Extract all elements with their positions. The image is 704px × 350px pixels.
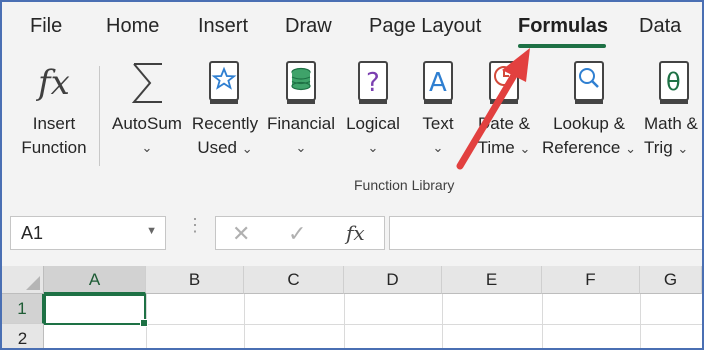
logical-label: Logical: [346, 114, 400, 133]
name-box-value: A1: [21, 223, 44, 243]
question-book-icon: ?: [358, 61, 388, 104]
column-header-f[interactable]: F: [542, 266, 640, 294]
svg-text:A: A: [429, 68, 447, 98]
date-time-label-2: Time: [477, 138, 515, 157]
math-trig-label-1: Math &: [644, 114, 698, 133]
svg-text:θ: θ: [666, 68, 681, 96]
coins-book-icon: [286, 61, 316, 104]
svg-text:?: ?: [366, 68, 380, 98]
chevron-down-icon: ⌄: [295, 140, 307, 155]
chevron-down-icon: ⌄: [677, 141, 689, 156]
column-header-g[interactable]: G: [640, 266, 702, 294]
date-time-button[interactable]: Date & Time ⌄: [468, 60, 540, 170]
chevron-down-icon: ⌄: [367, 140, 379, 155]
date-time-label-1: Date &: [478, 114, 530, 133]
enter-icon[interactable]: ✓: [288, 221, 306, 247]
logical-button[interactable]: ? Logical ⌄: [340, 60, 406, 170]
cancel-icon[interactable]: ✕: [232, 221, 250, 247]
lookup-reference-label-2: Reference: [541, 138, 621, 157]
function-library-group-label: Function Library: [354, 177, 455, 193]
financial-button[interactable]: Financial ⌄: [264, 60, 338, 170]
text-functions-button[interactable]: A Text ⌄: [410, 60, 466, 170]
select-all-button[interactable]: [2, 266, 44, 294]
gridline: [344, 294, 345, 348]
chevron-down-icon: ⌄: [432, 140, 444, 155]
chevron-down-icon[interactable]: ▼: [146, 225, 157, 237]
lookup-reference-label-1: Lookup &: [553, 114, 625, 133]
drag-handle-icon[interactable]: ⋮: [186, 216, 204, 234]
worksheet-grid: A B C D E F G 1 2: [2, 266, 702, 348]
insert-function-button[interactable]: fx Insert Function: [16, 60, 92, 170]
autosum-button[interactable]: AutoSum ⌄: [106, 60, 188, 170]
ribbon-separator: [99, 66, 100, 166]
insert-function-small-icon[interactable]: fx: [346, 221, 365, 245]
column-header-c[interactable]: C: [244, 266, 344, 294]
clock-book-icon: [489, 61, 519, 104]
row-header-1[interactable]: 1: [2, 294, 44, 324]
active-cell-a1[interactable]: [44, 294, 148, 327]
theta-book-icon: θ: [659, 61, 689, 104]
svg-text:fx: fx: [36, 63, 70, 103]
chevron-down-icon: ⌄: [519, 141, 531, 156]
excel-window: File Home Insert Draw Page Layout Formul…: [0, 0, 704, 350]
sigma-icon: [131, 63, 162, 103]
ribbon-tabs: File Home Insert Draw Page Layout Formul…: [2, 2, 702, 54]
column-header-a[interactable]: A: [44, 266, 146, 294]
lookup-reference-button[interactable]: Lookup & Reference ⌄: [540, 60, 638, 170]
magnifier-book-icon: [574, 61, 604, 104]
tab-insert[interactable]: Insert: [198, 15, 248, 38]
column-header-e[interactable]: E: [442, 266, 542, 294]
chevron-down-icon: ⌄: [241, 141, 253, 156]
autosum-label: AutoSum: [112, 114, 182, 133]
math-trig-label-2: Trig: [644, 138, 673, 157]
star-book-icon: [209, 61, 239, 104]
gridline: [442, 294, 443, 348]
insert-function-label-1: Insert: [32, 114, 76, 133]
active-tab-indicator: [518, 44, 606, 48]
tab-page-layout[interactable]: Page Layout: [369, 15, 481, 38]
ribbon: File Home Insert Draw Page Layout Formul…: [2, 2, 702, 202]
fx-icon: fx: [36, 63, 70, 103]
gridline: [542, 294, 543, 348]
column-header-b[interactable]: B: [146, 266, 244, 294]
formula-input[interactable]: [389, 216, 702, 250]
chevron-down-icon: ⌄: [625, 141, 637, 156]
gridline: [640, 294, 641, 348]
text-label: Text: [422, 114, 454, 133]
column-header-d[interactable]: D: [344, 266, 442, 294]
recently-used-label-1: Recently: [191, 114, 259, 133]
recently-used-label-2: Used: [197, 138, 238, 157]
formula-buttons: ✕ ✓ fx: [215, 216, 385, 250]
tab-draw[interactable]: Draw: [285, 15, 332, 38]
tab-file[interactable]: File: [30, 15, 62, 38]
row-header-2[interactable]: 2: [2, 324, 44, 348]
chevron-down-icon: ⌄: [141, 140, 153, 155]
tab-home[interactable]: Home: [106, 15, 159, 38]
math-trig-button[interactable]: θ Math & Trig ⌄: [640, 60, 702, 170]
gridline: [244, 294, 245, 348]
tab-formulas[interactable]: Formulas: [518, 15, 608, 38]
letter-a-book-icon: A: [423, 61, 453, 104]
financial-label: Financial: [266, 114, 336, 133]
insert-function-label-2: Function: [21, 138, 87, 157]
name-box[interactable]: A1 ▼: [10, 216, 166, 250]
fill-handle[interactable]: [140, 319, 148, 327]
tab-data[interactable]: Data: [639, 15, 681, 38]
recently-used-button[interactable]: Recently Used ⌄: [188, 60, 262, 170]
formula-bar-area: A1 ▼ ⋮ ✕ ✓ fx: [2, 202, 702, 266]
select-all-triangle-icon: [26, 276, 40, 290]
